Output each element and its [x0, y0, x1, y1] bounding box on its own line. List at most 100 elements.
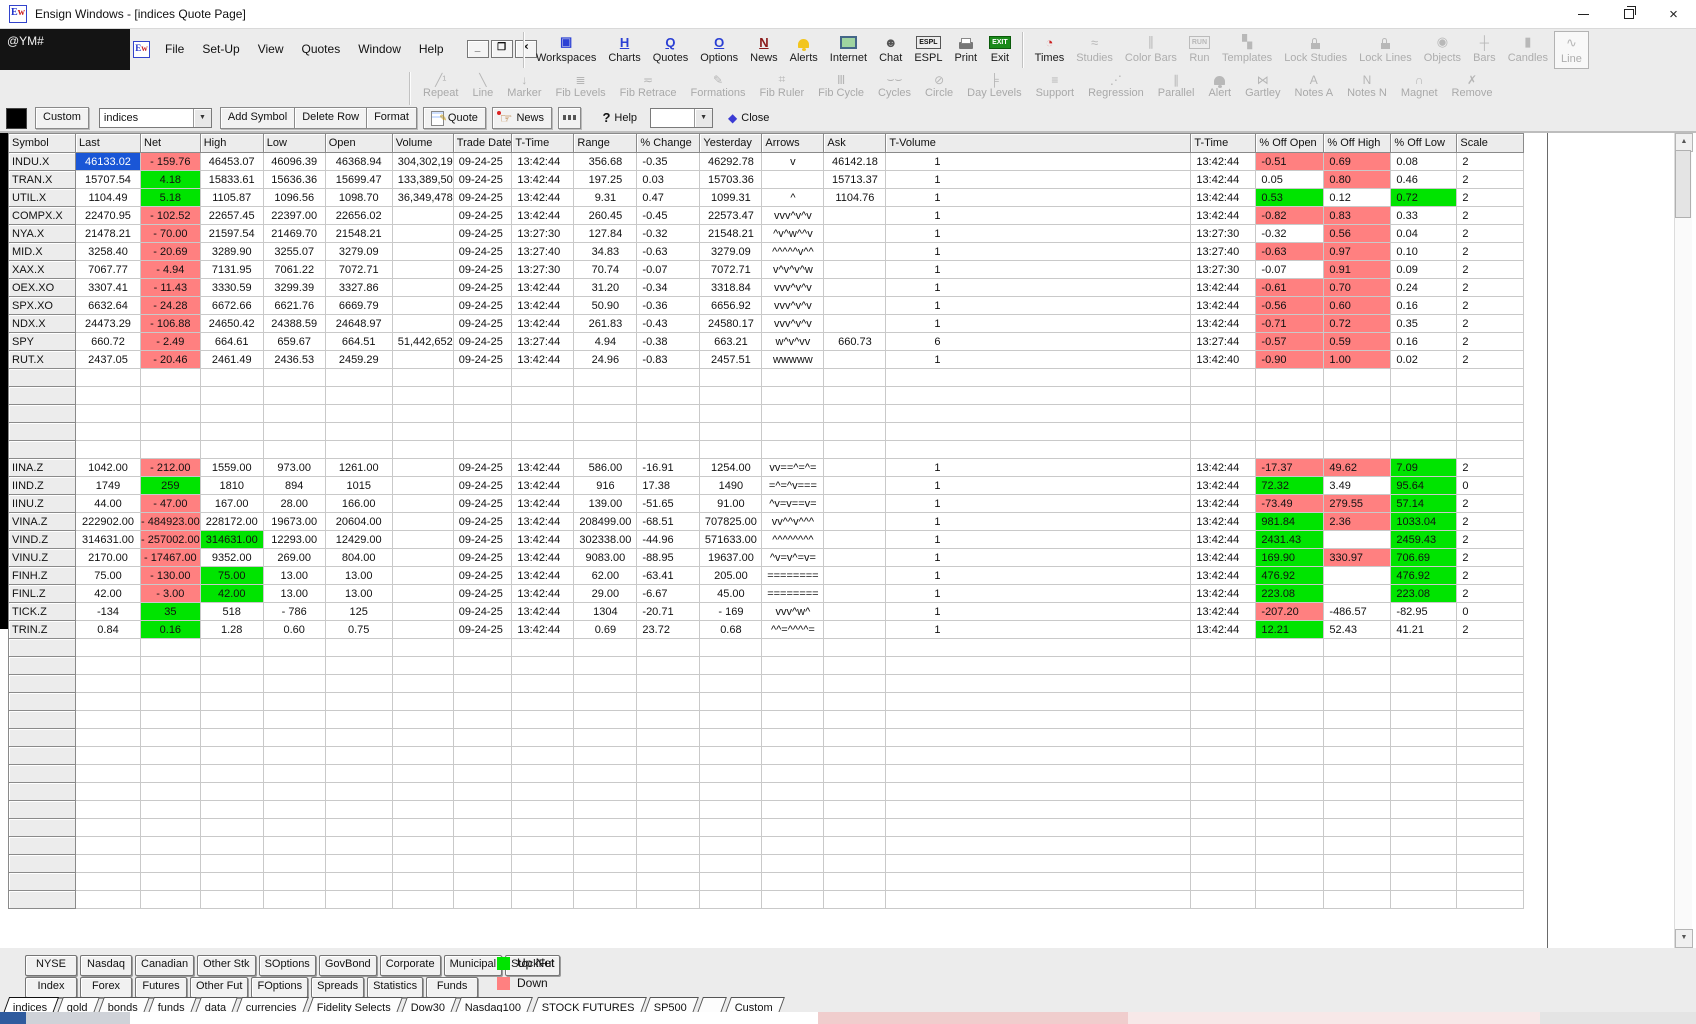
- table-cell[interactable]: 13:42:44: [512, 567, 574, 585]
- table-cell[interactable]: -0.36: [637, 297, 700, 315]
- table-cell[interactable]: 0.09: [1391, 261, 1457, 279]
- column-header--off-open[interactable]: % Off Open: [1256, 134, 1324, 153]
- table-cell[interactable]: 46292.78: [700, 153, 762, 171]
- table-cell[interactable]: - 24.28: [141, 297, 201, 315]
- table-cell[interactable]: -0.45: [637, 207, 700, 225]
- table-cell[interactable]: 1096.56: [263, 189, 325, 207]
- table-cell[interactable]: 356.68: [574, 153, 637, 171]
- table-cell[interactable]: 3327.86: [325, 279, 392, 297]
- table-cell[interactable]: 9.31: [574, 189, 637, 207]
- table-cell[interactable]: -0.43: [637, 315, 700, 333]
- table-cell[interactable]: ^v=v==v=: [762, 495, 824, 513]
- table-cell[interactable]: 169.90: [1256, 549, 1324, 567]
- table-cell[interactable]: 1261.00: [325, 459, 392, 477]
- sheet-tab-gold[interactable]: gold: [57, 997, 100, 1013]
- table-cell[interactable]: 49.62: [1324, 459, 1391, 477]
- table-cell[interactable]: [392, 495, 453, 513]
- table-cell[interactable]: 15713.37: [824, 171, 886, 189]
- table-cell[interactable]: 1: [886, 243, 1191, 261]
- table-cell[interactable]: ========: [762, 585, 824, 603]
- table-cell[interactable]: [824, 567, 886, 585]
- symbol-button[interactable]: RUT.X: [9, 351, 76, 369]
- table-cell[interactable]: 1: [886, 621, 1191, 639]
- symbol-button[interactable]: OEX.XO: [9, 279, 76, 297]
- table-cell[interactable]: 12293.00: [263, 531, 325, 549]
- table-cell[interactable]: 5.18: [141, 189, 201, 207]
- table-cell[interactable]: - 106.88: [141, 315, 201, 333]
- table-cell[interactable]: [824, 297, 886, 315]
- table-cell[interactable]: -0.90: [1256, 351, 1324, 369]
- table-cell[interactable]: 2: [1457, 351, 1524, 369]
- table-cell[interactable]: 3318.84: [700, 279, 762, 297]
- table-cell[interactable]: 2: [1457, 495, 1524, 513]
- table-cell[interactable]: 36,349,478: [392, 189, 453, 207]
- table-cell[interactable]: 1490: [700, 477, 762, 495]
- table-cell[interactable]: 09-24-25: [453, 333, 512, 351]
- sheet-tab-currencies[interactable]: currencies: [236, 997, 309, 1013]
- column-header-scale[interactable]: Scale: [1457, 134, 1524, 153]
- table-cell[interactable]: 22657.45: [200, 207, 263, 225]
- table-cell[interactable]: -73.49: [1256, 495, 1324, 513]
- table-cell[interactable]: 12.21: [1256, 621, 1324, 639]
- table-cell[interactable]: 13:27:40: [1191, 243, 1256, 261]
- table-cell[interactable]: 13:42:44: [1191, 279, 1256, 297]
- table-cell[interactable]: 13:27:30: [512, 261, 574, 279]
- table-cell[interactable]: 0: [1457, 603, 1524, 621]
- table-cell[interactable]: [824, 459, 886, 477]
- table-cell[interactable]: ^v=v^=v=: [762, 549, 824, 567]
- table-cell[interactable]: 804.00: [325, 549, 392, 567]
- table-cell[interactable]: 09-24-25: [453, 261, 512, 279]
- table-cell[interactable]: 1: [886, 315, 1191, 333]
- table-cell[interactable]: [1324, 531, 1391, 549]
- column-header-low[interactable]: Low: [263, 134, 325, 153]
- table-cell[interactable]: 3330.59: [200, 279, 263, 297]
- market-button-statistics[interactable]: Statistics: [367, 977, 423, 998]
- table-cell[interactable]: 45.00: [700, 585, 762, 603]
- table-cell[interactable]: 2: [1457, 243, 1524, 261]
- table-cell[interactable]: 13:27:44: [1191, 333, 1256, 351]
- table-cell[interactable]: 894: [263, 477, 325, 495]
- table-cell[interactable]: =^=^v===: [762, 477, 824, 495]
- keyboard-button[interactable]: [558, 107, 582, 129]
- sheet-tab-stock-futures[interactable]: STOCK FUTURES: [532, 997, 647, 1013]
- table-cell[interactable]: - 257002.00: [141, 531, 201, 549]
- table-cell[interactable]: vv^^v^^^: [762, 513, 824, 531]
- table-cell[interactable]: 09-24-25: [453, 153, 512, 171]
- table-cell[interactable]: 13:42:44: [1191, 171, 1256, 189]
- table-cell[interactable]: 330.97: [1324, 549, 1391, 567]
- table-cell[interactable]: 46133.02: [76, 153, 141, 171]
- menu-view[interactable]: View: [249, 38, 293, 60]
- table-cell[interactable]: 518: [200, 603, 263, 621]
- table-cell[interactable]: 706.69: [1391, 549, 1457, 567]
- table-cell[interactable]: 9083.00: [574, 549, 637, 567]
- table-cell[interactable]: - 2.49: [141, 333, 201, 351]
- table-cell[interactable]: 13:42:44: [1191, 585, 1256, 603]
- table-cell[interactable]: 7.09: [1391, 459, 1457, 477]
- table-cell[interactable]: [1324, 585, 1391, 603]
- table-cell[interactable]: 314631.00: [76, 531, 141, 549]
- table-cell[interactable]: 1: [886, 279, 1191, 297]
- table-cell[interactable]: [824, 315, 886, 333]
- table-cell[interactable]: 24580.17: [700, 315, 762, 333]
- toolbar-charts[interactable]: HCharts: [602, 31, 646, 69]
- page-select[interactable]: indices ▼: [99, 108, 212, 128]
- table-cell[interactable]: 279.55: [1324, 495, 1391, 513]
- table-cell[interactable]: 0.72: [1391, 189, 1457, 207]
- table-cell[interactable]: 13:42:44: [1191, 459, 1256, 477]
- table-cell[interactable]: 22656.02: [325, 207, 392, 225]
- column-header--off-high[interactable]: % Off High: [1324, 134, 1391, 153]
- table-cell[interactable]: 0.12: [1324, 189, 1391, 207]
- menu-quotes[interactable]: Quotes: [293, 38, 350, 60]
- table-cell[interactable]: 44.00: [76, 495, 141, 513]
- table-cell[interactable]: [392, 459, 453, 477]
- table-cell[interactable]: - 20.46: [141, 351, 201, 369]
- table-cell[interactable]: 13:42:44: [512, 351, 574, 369]
- table-cell[interactable]: 75.00: [200, 567, 263, 585]
- table-cell[interactable]: 7067.77: [76, 261, 141, 279]
- table-cell[interactable]: -16.91: [637, 459, 700, 477]
- table-cell[interactable]: 973.00: [263, 459, 325, 477]
- table-cell[interactable]: -68.51: [637, 513, 700, 531]
- table-cell[interactable]: 660.73: [824, 333, 886, 351]
- table-cell[interactable]: 09-24-25: [453, 225, 512, 243]
- table-cell[interactable]: -0.35: [637, 153, 700, 171]
